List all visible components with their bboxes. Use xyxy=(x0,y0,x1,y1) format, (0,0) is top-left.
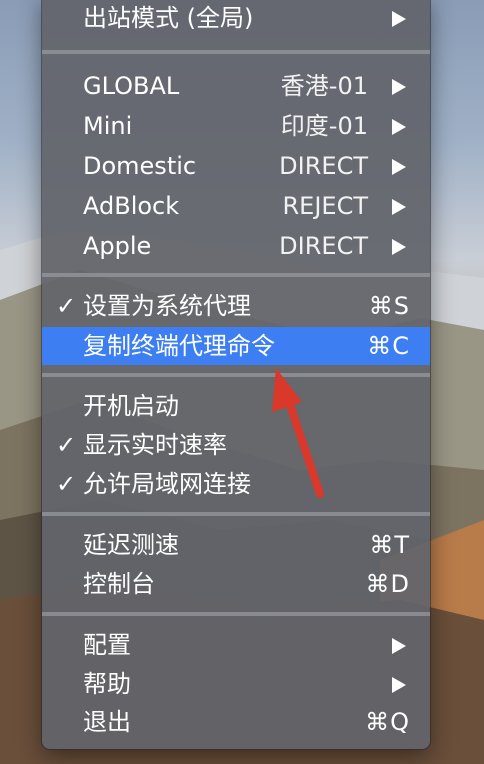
menu-item-allow-lan[interactable]: ✓ 允许局域网连接 xyxy=(42,464,430,504)
menu-separator xyxy=(42,273,430,277)
menu-item-label: 延迟测速 xyxy=(83,531,179,559)
proxy-group-global[interactable]: GLOBAL 香港-01 xyxy=(42,66,430,106)
menu-item-launch-at-login[interactable]: 开机启动 xyxy=(42,386,430,426)
menu-item-help[interactable]: 帮助 xyxy=(42,664,430,704)
menu-item-label: 设置为系统代理 xyxy=(83,292,251,320)
proxy-group-name: GLOBAL xyxy=(83,72,180,100)
menu-item-set-system-proxy[interactable]: ✓ 设置为系统代理 ⌘S xyxy=(42,286,430,326)
proxy-group-name: AdBlock xyxy=(83,192,180,220)
proxy-group-name: Domestic xyxy=(83,152,197,180)
chevron-right-icon xyxy=(392,11,406,27)
chevron-right-icon xyxy=(392,199,406,215)
proxy-group-value: REJECT xyxy=(282,192,369,220)
checkmark-icon: ✓ xyxy=(55,292,77,320)
menu-separator xyxy=(42,612,430,616)
menu-item-show-realtime-speed[interactable]: ✓ 显示实时速率 xyxy=(42,425,430,465)
proxy-group-mini[interactable]: Mini 印度-01 xyxy=(42,106,430,146)
chevron-right-icon xyxy=(392,79,406,95)
menu-item-label: 显示实时速率 xyxy=(83,431,227,459)
shortcut-label: ⌘D xyxy=(365,570,410,598)
shortcut-label: ⌘C xyxy=(367,332,410,360)
proxy-group-value: 香港-01 xyxy=(280,72,368,100)
menu-item-label: 出站模式 (全局) xyxy=(83,4,254,32)
proxy-group-apple[interactable]: Apple DIRECT xyxy=(42,226,430,266)
menu-item-outbound-mode[interactable]: 出站模式 (全局) xyxy=(42,0,430,38)
menu-item-label: 控制台 xyxy=(83,570,155,598)
checkmark-icon: ✓ xyxy=(55,431,77,459)
dropdown-menu: 出站模式 (全局) GLOBAL 香港-01 Mini 印度-01 Domest… xyxy=(42,0,430,749)
chevron-right-icon xyxy=(392,239,406,255)
menu-item-config[interactable]: 配置 xyxy=(42,625,430,665)
proxy-group-value: DIRECT xyxy=(279,232,368,260)
shortcut-label: ⌘Q xyxy=(365,708,410,736)
proxy-group-value: DIRECT xyxy=(279,152,368,180)
chevron-right-icon xyxy=(392,159,406,175)
proxy-group-name: Apple xyxy=(83,232,152,260)
menu-item-label: 帮助 xyxy=(83,670,131,698)
menu-item-label: 允许局域网连接 xyxy=(83,470,251,498)
menu-separator xyxy=(42,512,430,516)
chevron-right-icon xyxy=(392,119,406,135)
menu-item-console[interactable]: 控制台 ⌘D xyxy=(42,564,430,604)
menu-item-label: 复制终端代理命令 xyxy=(83,332,275,360)
menu-item-quit[interactable]: 退出 ⌘Q xyxy=(42,702,430,742)
shortcut-label: ⌘S xyxy=(368,292,410,320)
chevron-right-icon xyxy=(392,638,406,654)
menu-separator xyxy=(42,373,430,377)
shortcut-label: ⌘T xyxy=(369,531,410,559)
menu-item-copy-terminal-proxy-command[interactable]: 复制终端代理命令 ⌘C xyxy=(42,327,430,365)
proxy-group-adblock[interactable]: AdBlock REJECT xyxy=(42,186,430,226)
chevron-right-icon xyxy=(392,677,406,693)
menu-separator xyxy=(42,50,430,54)
menu-item-label: 退出 xyxy=(83,708,131,736)
proxy-group-value: 印度-01 xyxy=(280,112,368,140)
menu-item-label: 开机启动 xyxy=(83,392,179,420)
menu-item-latency-test[interactable]: 延迟测速 ⌘T xyxy=(42,525,430,565)
menu-item-label: 配置 xyxy=(83,631,131,659)
proxy-group-domestic[interactable]: Domestic DIRECT xyxy=(42,146,430,186)
proxy-group-name: Mini xyxy=(83,112,133,140)
checkmark-icon: ✓ xyxy=(55,470,77,498)
